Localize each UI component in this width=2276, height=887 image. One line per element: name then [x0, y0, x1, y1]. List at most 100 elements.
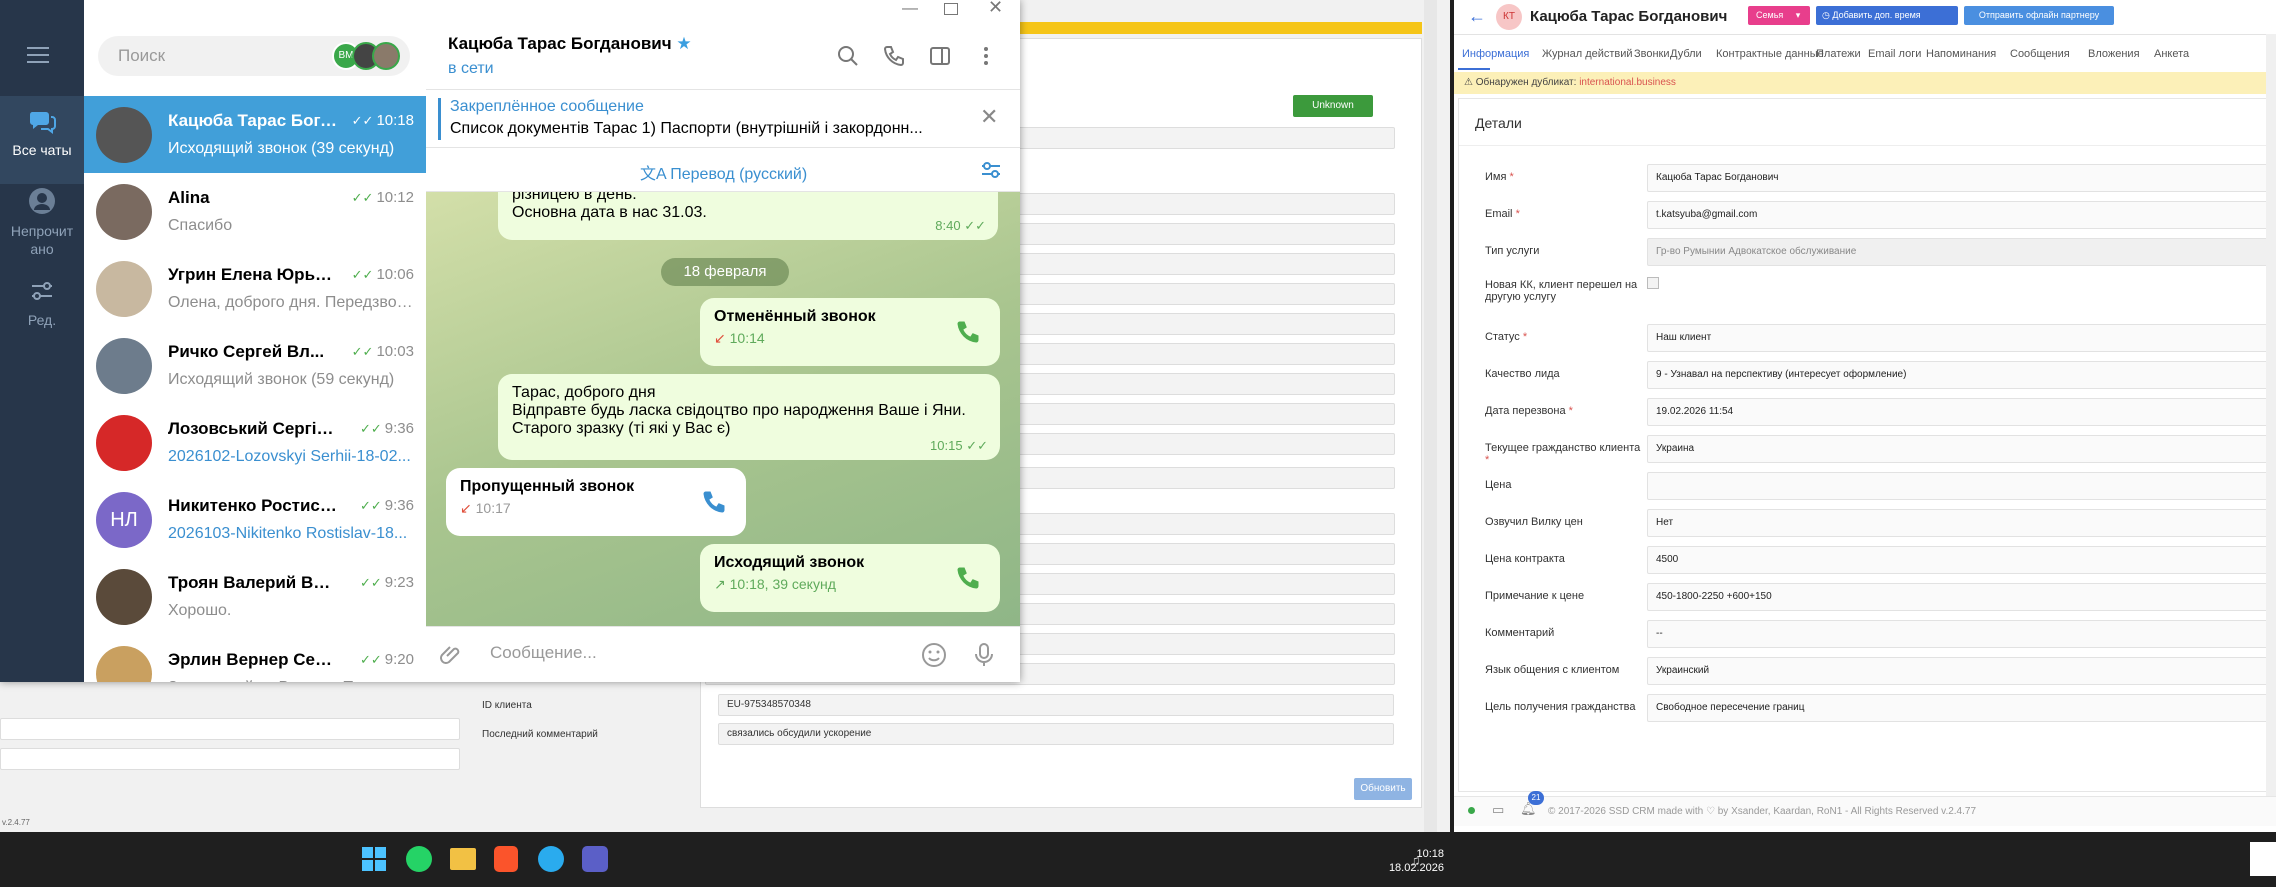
- translate-bar[interactable]: 文A Перевод (русский): [426, 148, 1020, 192]
- message-out[interactable]: різницею в день. Основна дата в нас 31.0…: [498, 192, 998, 240]
- taskbar-corner-app[interactable]: [2250, 842, 2276, 876]
- search-icon[interactable]: [836, 44, 860, 68]
- detail-value[interactable]: 19.02.2026 11:54: [1647, 398, 2276, 426]
- crm-tab[interactable]: Информация: [1462, 48, 1529, 60]
- call-time: 10:14: [729, 330, 765, 346]
- attach-icon[interactable]: [440, 643, 464, 667]
- more-vert-icon[interactable]: [974, 44, 998, 68]
- crm-tab[interactable]: Платежи: [1816, 48, 1861, 60]
- notification-bell-icon[interactable]: ♫: [1410, 852, 1421, 868]
- bg-left-select[interactable]: [0, 718, 460, 740]
- missed-arrow-icon: ↙: [460, 500, 472, 516]
- chat-item[interactable]: Угрин Елена Юрьевна ✓✓ 10:06 Олена, доброго…: [84, 250, 426, 327]
- client-id-field[interactable]: EU-975348570348: [718, 694, 1394, 716]
- contact-name[interactable]: Кацюба Тарас Богданович ★: [448, 34, 692, 54]
- microphone-icon[interactable]: [972, 641, 996, 669]
- message-input[interactable]: Сообщение...: [490, 643, 597, 663]
- call-phone-icon[interactable]: [700, 488, 728, 516]
- send-offline-button[interactable]: Отправить офлайн партнеру: [1964, 6, 2114, 25]
- detail-value[interactable]: Нет: [1647, 509, 2276, 537]
- duplicate-link[interactable]: international.business: [1579, 77, 1676, 88]
- close-pinned-icon[interactable]: ✕: [980, 104, 998, 130]
- whatsapp-icon[interactable]: [406, 846, 432, 872]
- chat-item[interactable]: НЛ Никитенко Ростислав... ✓✓9:36 2026103-Ni…: [84, 481, 426, 558]
- chat-item[interactable]: Эрлин Вернер Сергее... ✓✓9:20 Здравствуйте…: [84, 635, 426, 682]
- detail-label: Комментарий: [1485, 627, 1645, 639]
- pinned-message-bar[interactable]: Закреплённое сообщение Список документів…: [426, 90, 1020, 148]
- chat-item[interactable]: Ричко Сергей Вл... ✓✓ 10:03 Исходящий звоно…: [84, 327, 426, 404]
- maximize-icon[interactable]: [944, 3, 958, 15]
- crm-tab[interactable]: Email логи: [1868, 48, 1921, 60]
- detail-value[interactable]: 450-1800-2250 +600+150: [1647, 583, 2276, 611]
- add-time-label: Добавить доп. время: [1832, 10, 1921, 20]
- sidebar-toggle-icon[interactable]: [928, 44, 952, 68]
- nav-unread[interactable]: Непрочитано: [0, 176, 84, 260]
- detail-label-text: Дата перезвона: [1485, 405, 1566, 417]
- bg-scrollbar[interactable]: [1424, 0, 1437, 832]
- crm-tab[interactable]: Дубли: [1670, 48, 1702, 60]
- minimize-icon[interactable]: —: [902, 0, 918, 18]
- brave-browser-icon[interactable]: [494, 846, 518, 872]
- detail-value[interactable]: [1647, 472, 2276, 500]
- windows-start-icon[interactable]: [362, 847, 386, 871]
- detail-value[interactable]: Украина: [1647, 435, 2276, 463]
- clock-date[interactable]: 18.02.2026: [1344, 862, 1444, 874]
- translate-settings-icon[interactable]: [980, 160, 1002, 180]
- clock-time[interactable]: 10:18: [1374, 848, 1444, 860]
- add-time-button[interactable]: ◷ Добавить доп. время: [1816, 6, 1958, 25]
- detail-value[interactable]: Кацюба Тарас Богданович: [1647, 164, 2276, 192]
- menu-icon[interactable]: [27, 46, 57, 66]
- detail-row: Email * t.katsyuba@gmail.com: [1475, 198, 2276, 235]
- detail-value[interactable]: 4500: [1647, 546, 2276, 574]
- chat-icon[interactable]: ▭: [1492, 802, 1504, 818]
- crm-tab[interactable]: Вложения: [2088, 48, 2140, 60]
- file-explorer-icon[interactable]: [450, 848, 476, 870]
- call-bubble-missed[interactable]: Пропущенный звонок ↙ 10:17: [446, 468, 746, 536]
- detail-value[interactable]: 9 - Узнавал на перспективу (интересует о…: [1647, 361, 2276, 389]
- unknown-button[interactable]: Unknown: [1293, 95, 1373, 117]
- detail-value[interactable]: Свободное пересечение границ: [1647, 694, 2276, 722]
- chat-item[interactable]: Лозовський Сергій... ✓✓ 9:36 2026102-Lozovs…: [84, 404, 426, 481]
- chat-item[interactable]: Кацюба Тарас Богдан... ✓✓10:18 Исходящий з…: [84, 96, 426, 173]
- detail-value[interactable]: t.katsyuba@gmail.com: [1647, 201, 2276, 229]
- family-button[interactable]: Семья ▾: [1748, 6, 1810, 25]
- call-phone-icon[interactable]: [954, 318, 982, 346]
- crm-tab[interactable]: Сообщения: [2010, 48, 2070, 60]
- crm-tab[interactable]: Анкета: [2154, 48, 2189, 60]
- detail-value[interactable]: Наш клиент: [1647, 324, 2276, 352]
- chat-item[interactable]: Alina ✓✓ 10:12 Спасибо: [84, 173, 426, 250]
- bg-left-select[interactable]: [0, 748, 460, 770]
- update-button[interactable]: Обновить: [1354, 778, 1412, 800]
- detail-label-text: Статус: [1485, 331, 1520, 343]
- detail-value[interactable]: Гр-во Румынии Адвокатское обслуживание: [1647, 238, 2276, 266]
- call-bubble-cancelled[interactable]: Отменённый звонок ↙ 10:14: [700, 298, 1000, 366]
- detail-value[interactable]: Украинский: [1647, 657, 2276, 685]
- active-tab-indicator: [1458, 68, 1490, 70]
- call-phone-icon[interactable]: [954, 564, 982, 592]
- telegram-icon[interactable]: [538, 846, 564, 872]
- crm-tab[interactable]: Напоминания: [1926, 48, 1996, 60]
- chat-item[interactable]: Троян Валерий Валенти... ✓✓9:23 Хорошо.: [84, 558, 426, 635]
- crm-tab[interactable]: Звонки: [1634, 48, 1670, 60]
- emoji-icon[interactable]: [920, 641, 948, 669]
- crm-scrollbar[interactable]: [2266, 34, 2276, 796]
- story-avatar[interactable]: [372, 42, 400, 70]
- service-change-checkbox[interactable]: [1647, 277, 1659, 289]
- detail-label-text: Комментарий: [1485, 627, 1555, 639]
- call-bubble-outgoing[interactable]: Исходящий звонок ↗ 10:18, 39 секунд: [700, 544, 1000, 612]
- phone-icon[interactable]: [882, 44, 906, 68]
- last-comment-field[interactable]: связались обсудили ускорение: [718, 723, 1394, 745]
- back-arrow-icon[interactable]: ←: [1468, 6, 1486, 27]
- message-out[interactable]: Тарас, доброго дня Відправте будь ласка …: [498, 374, 1000, 460]
- nav-all-chats[interactable]: Все чаты: [0, 96, 84, 184]
- detail-value[interactable]: --: [1647, 620, 2276, 648]
- teams-icon[interactable]: [582, 846, 608, 872]
- detail-label: Цена контракта: [1485, 553, 1645, 565]
- nav-edit[interactable]: Ред.: [0, 266, 84, 354]
- close-window-icon[interactable]: ✕: [988, 0, 1003, 18]
- chat-avatar: [96, 569, 152, 625]
- crm-tab[interactable]: Контрактные данные: [1716, 48, 1824, 60]
- crm-tab[interactable]: Журнал действий: [1542, 48, 1633, 60]
- chat-time-text: 9:36: [384, 497, 414, 514]
- required-mark: *: [1568, 405, 1573, 417]
